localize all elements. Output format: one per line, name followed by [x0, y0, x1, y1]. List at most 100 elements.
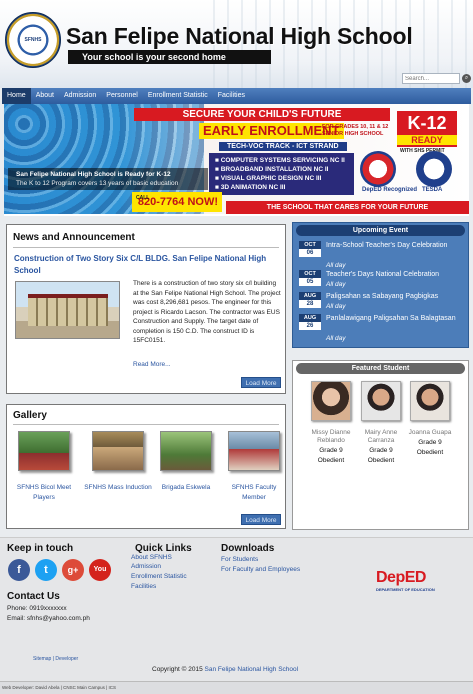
gallery-item[interactable]: SFNHS Mass Induction: [83, 431, 153, 493]
student-photo[interactable]: [311, 381, 351, 421]
quick-link-enrollment[interactable]: Enrollment Statistic: [131, 573, 187, 580]
course-item: ■ COMPUTER SYSTEMS SERVICING NC II: [215, 157, 345, 164]
uca-seal-icon: UCA: [416, 151, 452, 187]
event-date: OCT 05: [299, 270, 321, 286]
news-article-image[interactable]: [15, 281, 120, 339]
tesda-label: TESDA: [422, 187, 443, 193]
gallery-item[interactable]: SFNHS Faculty Member: [219, 431, 289, 503]
main-nav: Home About Admission Personnel Enrollmen…: [2, 88, 471, 104]
event-title[interactable]: Intra-School Teacher's Day Celebration: [326, 241, 464, 250]
gallery-item[interactable]: SFNHS Bicol Meet Players: [9, 431, 79, 503]
nav-admission[interactable]: Admission: [59, 88, 101, 104]
featured-student[interactable]: Mairy Anne Carranza Grade 9 Obedient: [357, 381, 405, 466]
banner-strand: TECH-VOC TRACK - ICT STRAND: [219, 142, 347, 151]
slide-caption: San Felipe National High School is Ready…: [8, 168, 208, 190]
gallery-item[interactable]: Brigada Eskwela: [151, 431, 221, 493]
quick-link-admission[interactable]: Admission: [131, 563, 161, 570]
event-title[interactable]: Paligsahan sa Sabayang Pagbigkas: [326, 292, 464, 301]
youtube-icon[interactable]: You: [89, 559, 111, 581]
quick-links-heading: Quick Links: [135, 543, 192, 554]
event-time: All day: [326, 335, 346, 342]
school-seal-logo[interactable]: SFNHS: [5, 12, 61, 68]
nav-enrollment-statistic[interactable]: Enrollment Statistic: [143, 88, 213, 104]
event-title[interactable]: Panlalawigang Paligsahan Sa Balagtasan: [326, 314, 464, 323]
events-heading: Upcoming Event: [296, 225, 465, 236]
news-load-more-button[interactable]: Load More: [241, 377, 281, 388]
call-phone: 820-7764 NOW!: [137, 196, 218, 208]
download-students[interactable]: For Students: [221, 556, 258, 563]
site-footer: Keep in touch f t g+ You Contact Us Phon…: [0, 537, 473, 694]
news-panel: News and Announcement Construction of Tw…: [6, 224, 286, 394]
student-grade: Grade 9: [369, 447, 393, 454]
gallery-thumbnail[interactable]: [18, 431, 70, 471]
event-date: AUG 26: [299, 314, 321, 330]
banner-courses: ■ COMPUTER SYSTEMS SERVICING NC II ■ BRO…: [209, 153, 354, 195]
slide-caption-title: San Felipe National High School is Ready…: [16, 171, 171, 178]
event-time: All day: [326, 281, 346, 288]
gallery-item-label[interactable]: SFNHS Bicol Meet Players: [9, 483, 79, 503]
facebook-icon[interactable]: f: [8, 559, 30, 581]
featured-student[interactable]: Missy Dianne Reblando Grade 9 Obedient: [307, 381, 355, 466]
event-time: All day: [326, 303, 346, 310]
call-now-badge: CALL 820-7764 NOW!: [132, 192, 222, 212]
deped-logo-subtitle: DEPARTMENT OF EDUCATION: [376, 587, 435, 592]
student-grade: Grade 9: [418, 439, 442, 446]
gallery-item-label[interactable]: SFNHS Faculty Member: [219, 483, 289, 503]
k12-label: K-12: [407, 113, 447, 133]
twitter-icon[interactable]: t: [35, 559, 57, 581]
download-faculty[interactable]: For Faculty and Employees: [221, 566, 300, 573]
call-label: CALL: [136, 195, 150, 201]
deped-logo[interactable]: DepED DEPARTMENT OF EDUCATION: [376, 569, 448, 599]
student-grade: Grade 9: [319, 447, 343, 454]
news-article-body: There is a construction of two story six…: [133, 280, 281, 344]
student-status: Obedient: [367, 457, 395, 464]
slide-caption-subtitle: The K to 12 Program covers 13 years of b…: [16, 180, 179, 187]
nav-facilities[interactable]: Facilities: [213, 88, 250, 104]
featured-student[interactable]: Joanna Guapa Grade 9 Obedient: [406, 381, 454, 458]
site-header: SFNHS San Felipe National High School Yo…: [0, 0, 473, 88]
developer-bar: Web Developer: David Abela | CNSC Main C…: [0, 681, 473, 694]
nav-personnel[interactable]: Personnel: [101, 88, 143, 104]
event-title[interactable]: Teacher's Days National Celebration: [326, 270, 464, 279]
gallery-thumbnail[interactable]: [92, 431, 144, 471]
nav-home[interactable]: Home: [2, 88, 31, 104]
k12-badge: K-12 READY: [397, 111, 457, 147]
gallery-thumbnail[interactable]: [160, 431, 212, 471]
student-photo[interactable]: [410, 381, 450, 421]
banner-headline: SECURE YOUR CHILD'S FUTURE: [134, 108, 390, 121]
course-item: ■ VISUAL GRAPHIC DESIGN NC III: [215, 175, 322, 182]
featured-heading: Featured Student: [296, 363, 465, 374]
student-photo[interactable]: [361, 381, 401, 421]
downloads-heading: Downloads: [221, 543, 275, 554]
school-tagline: Your school is your second home: [68, 50, 271, 64]
gallery-item-label[interactable]: SFNHS Mass Induction: [83, 483, 153, 493]
copyright: Copyright © 2015 San Felipe National Hig…: [152, 666, 299, 673]
quick-link-about[interactable]: About SFNHS: [131, 554, 172, 561]
gallery-panel: Gallery SFNHS Bicol Meet Players SFNHS M…: [6, 404, 286, 529]
gallery-thumbnail[interactable]: [228, 431, 280, 471]
news-article-title[interactable]: Construction of Two Story Six C/L BLDG. …: [14, 253, 279, 277]
nav-about[interactable]: About: [31, 88, 59, 104]
seal-text: SFNHS: [24, 37, 42, 43]
read-more-link[interactable]: Read More...: [133, 361, 171, 368]
quick-link-facilities[interactable]: Facilities: [131, 583, 156, 590]
school-name[interactable]: San Felipe National High School: [66, 23, 413, 50]
banner-grades: FOR GRADES 10, 11 & 12 SENIOR HIGH SCHOO…: [322, 124, 389, 137]
googleplus-icon[interactable]: g+: [62, 559, 84, 581]
search-icon[interactable]: ⌕: [462, 74, 471, 83]
deped-seal-icon: [360, 151, 396, 187]
student-name: Mairy Anne Carranza: [364, 429, 398, 444]
building-graphic: [28, 294, 108, 326]
copyright-link[interactable]: San Felipe National High School: [205, 666, 299, 673]
deped-logo-text: DepED: [376, 569, 426, 586]
gallery-item-label[interactable]: Brigada Eskwela: [151, 483, 221, 493]
search-input[interactable]: [402, 73, 460, 84]
contact-email[interactable]: Email: sfnhs@yahoo.com.ph: [7, 615, 90, 622]
sitemap-link[interactable]: Sitemap | Developer: [33, 656, 78, 662]
student-name: Missy Dianne Reblando: [311, 429, 351, 444]
deped-recognized: DepED Recognized: [362, 187, 418, 193]
course-item: ■ BROADBAND INSTALLATION NC II: [215, 166, 329, 173]
student-status: Obedient: [416, 449, 444, 456]
gallery-load-more-button[interactable]: Load More: [241, 514, 281, 525]
hero-banner[interactable]: SECURE YOUR CHILD'S FUTURE EARLY ENROLLM…: [4, 104, 469, 216]
